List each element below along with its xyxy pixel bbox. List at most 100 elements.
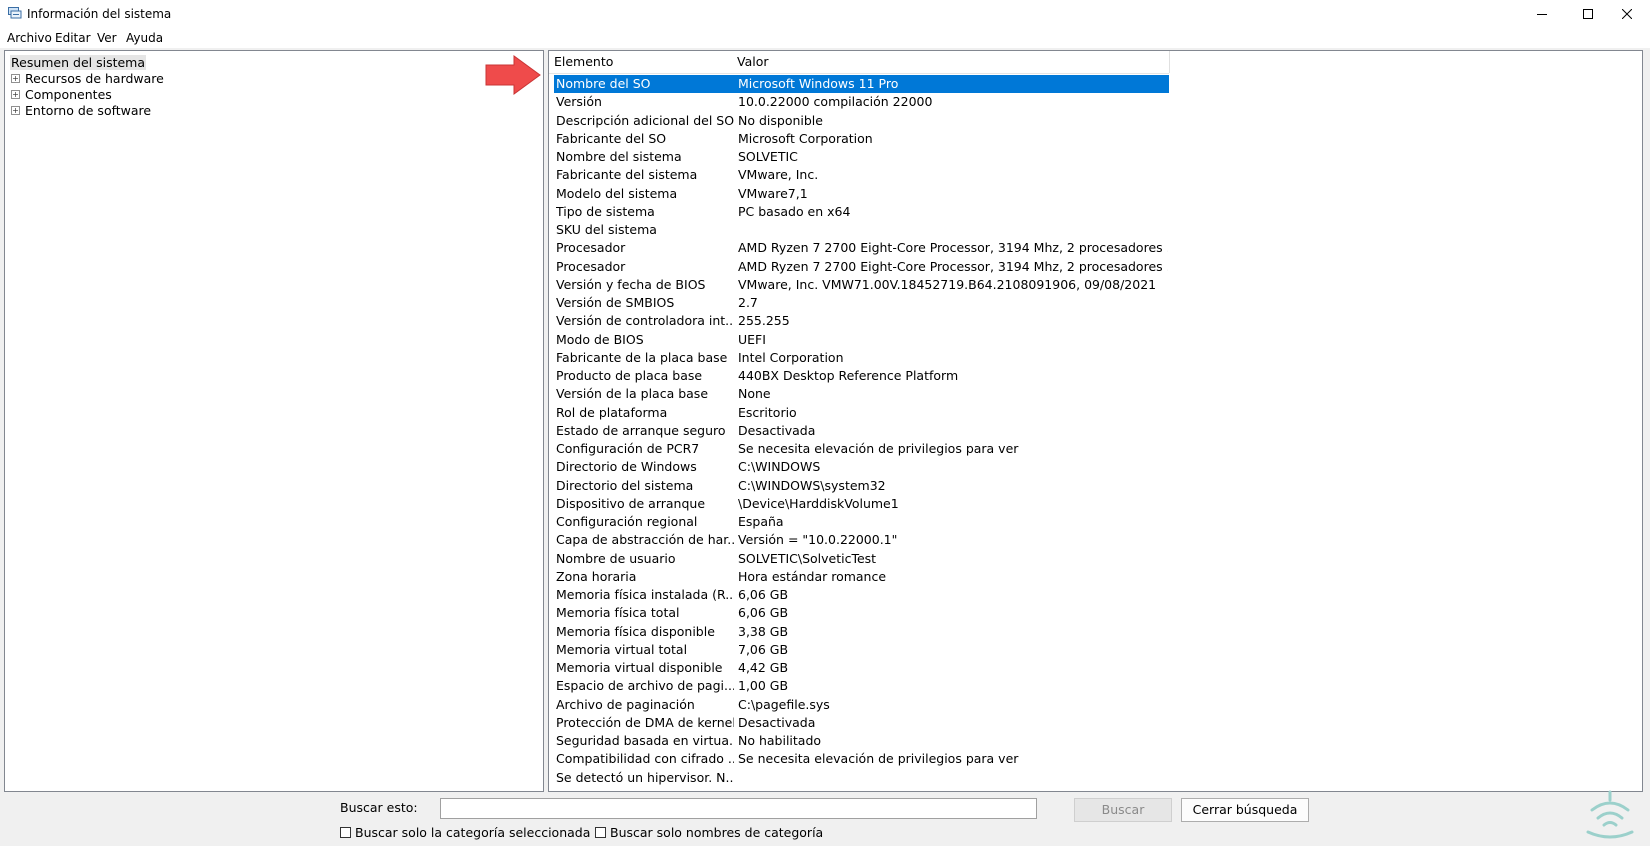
column-header-valor[interactable]: Valor (732, 51, 1169, 73)
row-value: VMware, Inc. VMW71.00V.18452719.B64.2108… (738, 276, 1157, 292)
row-key: Nombre del SO (556, 76, 651, 91)
row-value: 440BX Desktop Reference Platform (738, 368, 959, 383)
search-label: Buscar esto: (340, 800, 418, 815)
table-row[interactable]: Espacio de archivo de pagi... 1,00 GB (554, 677, 1169, 695)
table-row[interactable]: Zona horaria Hora estándar romance (554, 568, 1169, 586)
row-value: 4,42 GB (738, 660, 789, 675)
row-key: Se detectó un hipervisor. N... (556, 769, 734, 785)
table-row[interactable]: Memoria física instalada (R... 6,06 GB (554, 586, 1169, 604)
table-row[interactable]: Seguridad basada en virtua... No habilita… (554, 732, 1169, 750)
table-row[interactable]: Capa de abstracción de har... Versión = "… (554, 531, 1169, 549)
table-row[interactable]: Nombre de usuario SOLVETIC\SolveticTest (554, 550, 1169, 568)
tree-item-software-environment[interactable]: + Entorno de software (11, 103, 151, 118)
table-row[interactable]: Modo de BIOS UEFI (554, 331, 1169, 349)
expand-icon[interactable]: + (11, 106, 20, 115)
table-row[interactable]: Memoria virtual disponible 4,42 GB (554, 659, 1169, 677)
table-row[interactable]: Procesador AMD Ryzen 7 2700 Eight-Core Pr… (554, 258, 1169, 276)
column-header-elemento[interactable]: Elemento (549, 51, 732, 73)
row-value: Microsoft Corporation (738, 130, 873, 146)
red-arrow-annotation (485, 55, 541, 95)
table-row[interactable]: Fabricante de la placa base Intel Corpora… (554, 349, 1169, 367)
table-row[interactable]: Directorio del sistema C:\WINDOWS\system3… (554, 477, 1169, 495)
table-row[interactable]: Configuración regional España (554, 513, 1169, 531)
checkbox-selected-category[interactable]: Buscar solo la categoría seleccionada (340, 825, 590, 840)
row-key: Archivo de paginación (556, 696, 695, 712)
details-list[interactable]: Elemento Valor Nombre del SO Microsoft Wi… (548, 50, 1643, 792)
row-key: Nombre de usuario (556, 550, 676, 566)
row-key: Procesador (556, 258, 626, 274)
menu-ver[interactable]: Ver (97, 31, 117, 45)
table-row[interactable]: Se detectó un hipervisor. N... (554, 769, 1169, 787)
minimize-button[interactable] (1519, 0, 1565, 28)
table-row[interactable]: Descripción adicional del SO No disponibl… (554, 112, 1169, 130)
row-value: 6,06 GB (738, 605, 789, 621)
tree-item-hardware-resources[interactable]: + Recursos de hardware (11, 71, 164, 86)
row-value: SOLVETIC (738, 149, 798, 164)
row-value: AMD Ryzen 7 2700 Eight-Core Processor, 3… (738, 258, 1168, 274)
expand-icon[interactable]: + (11, 74, 20, 83)
close-search-button[interactable]: Cerrar búsqueda (1181, 798, 1309, 822)
table-row[interactable]: Versión de controladora int... 255.255 (554, 312, 1169, 330)
row-key: SKU del sistema (556, 222, 657, 237)
table-row[interactable]: Fabricante del SO Microsoft Corporation (554, 130, 1169, 148)
row-key: Dispositivo de arranque (556, 495, 706, 511)
table-row[interactable]: Configuración de PCR7 Se necesita elevaci… (554, 440, 1169, 458)
row-value: UEFI (738, 331, 766, 347)
row-key: Versión de la placa base (556, 386, 709, 402)
row-value: España (738, 514, 784, 529)
row-value: 1,00 GB (738, 678, 789, 694)
table-row[interactable]: Versión de SMBIOS 2.7 (554, 294, 1169, 312)
table-row[interactable]: Versión de la placa base None (554, 385, 1169, 403)
menu-archivo[interactable]: Archivo (7, 31, 52, 45)
title-bar: Información del sistema (0, 0, 1650, 28)
row-key: Protección de DMA de kernel (556, 714, 734, 730)
table-row[interactable]: Fabricante del sistema VMware, Inc. (554, 166, 1169, 184)
table-row[interactable]: Memoria física total 6,06 GB (554, 604, 1169, 622)
table-row[interactable]: Versión 10.0.22000 compilación 22000 (554, 93, 1169, 111)
expand-icon[interactable]: + (11, 90, 20, 99)
menu-bar: Archivo Editar Ver Ayuda (0, 28, 1650, 48)
checkbox-category-names[interactable]: Buscar solo nombres de categoría (595, 825, 823, 840)
row-value: 6,06 GB (738, 587, 789, 602)
menu-editar[interactable]: Editar (55, 31, 91, 45)
search-input[interactable] (440, 798, 1037, 819)
table-row[interactable]: Dispositivo de arranque \Device\HarddiskV… (554, 495, 1169, 513)
row-value: 7,06 GB (738, 641, 789, 657)
row-key: Configuración de PCR7 (556, 441, 700, 456)
row-key: Compatibilidad con cifrado ... (556, 751, 734, 767)
row-key: Configuración regional (556, 514, 698, 529)
row-key: Producto de placa base (556, 368, 703, 383)
minimize-icon (1537, 14, 1547, 15)
table-row[interactable]: Estado de arranque seguro Desactivada (554, 422, 1169, 440)
table-row[interactable]: Procesador AMD Ryzen 7 2700 Eight-Core Pr… (554, 239, 1169, 257)
table-row[interactable]: Producto de placa base 440BX Desktop Refe… (554, 367, 1169, 385)
table-row[interactable]: Versión y fecha de BIOS VMware, Inc. VMW7… (554, 276, 1169, 294)
tree-item-components[interactable]: + Componentes (11, 87, 112, 102)
row-key: Rol de plataforma (556, 404, 668, 420)
table-row[interactable]: Rol de plataforma Escritorio (554, 404, 1169, 422)
row-key: Tipo de sistema (556, 203, 655, 219)
checkbox-box[interactable] (595, 827, 606, 838)
table-row[interactable]: Nombre del sistema SOLVETIC (554, 148, 1169, 166)
table-row[interactable]: Archivo de paginación C:\pagefile.sys (554, 696, 1169, 714)
category-tree[interactable]: Resumen del sistema + Recursos de hardwa… (4, 50, 544, 792)
menu-ayuda[interactable]: Ayuda (126, 31, 163, 45)
table-row[interactable]: Protección de DMA de kernel Desactivada (554, 714, 1169, 732)
table-row[interactable]: Directorio de Windows C:\WINDOWS (554, 458, 1169, 476)
row-value: PC basado en x64 (738, 203, 851, 219)
row-key: Nombre del sistema (556, 149, 682, 164)
checkbox-box[interactable] (340, 827, 351, 838)
close-button[interactable] (1604, 0, 1650, 28)
table-row[interactable]: Modelo del sistema VMware7,1 (554, 185, 1169, 203)
row-key: Versión de SMBIOS (556, 295, 675, 310)
table-row[interactable]: Tipo de sistema PC basado en x64 (554, 203, 1169, 221)
column-separator[interactable] (1169, 51, 1170, 73)
tree-item-label: Entorno de software (25, 103, 152, 118)
table-row[interactable]: Memoria virtual total 7,06 GB (554, 641, 1169, 659)
table-row[interactable]: Memoria física disponible 3,38 GB (554, 623, 1169, 641)
table-row[interactable]: SKU del sistema (554, 221, 1169, 239)
tree-item-system-summary[interactable]: Resumen del sistema (10, 55, 147, 70)
table-row[interactable]: Nombre del SO Microsoft Windows 11 Pro (554, 75, 1169, 93)
table-row[interactable]: Compatibilidad con cifrado ... Se necesit… (554, 750, 1169, 768)
find-button[interactable]: Buscar (1074, 798, 1172, 822)
